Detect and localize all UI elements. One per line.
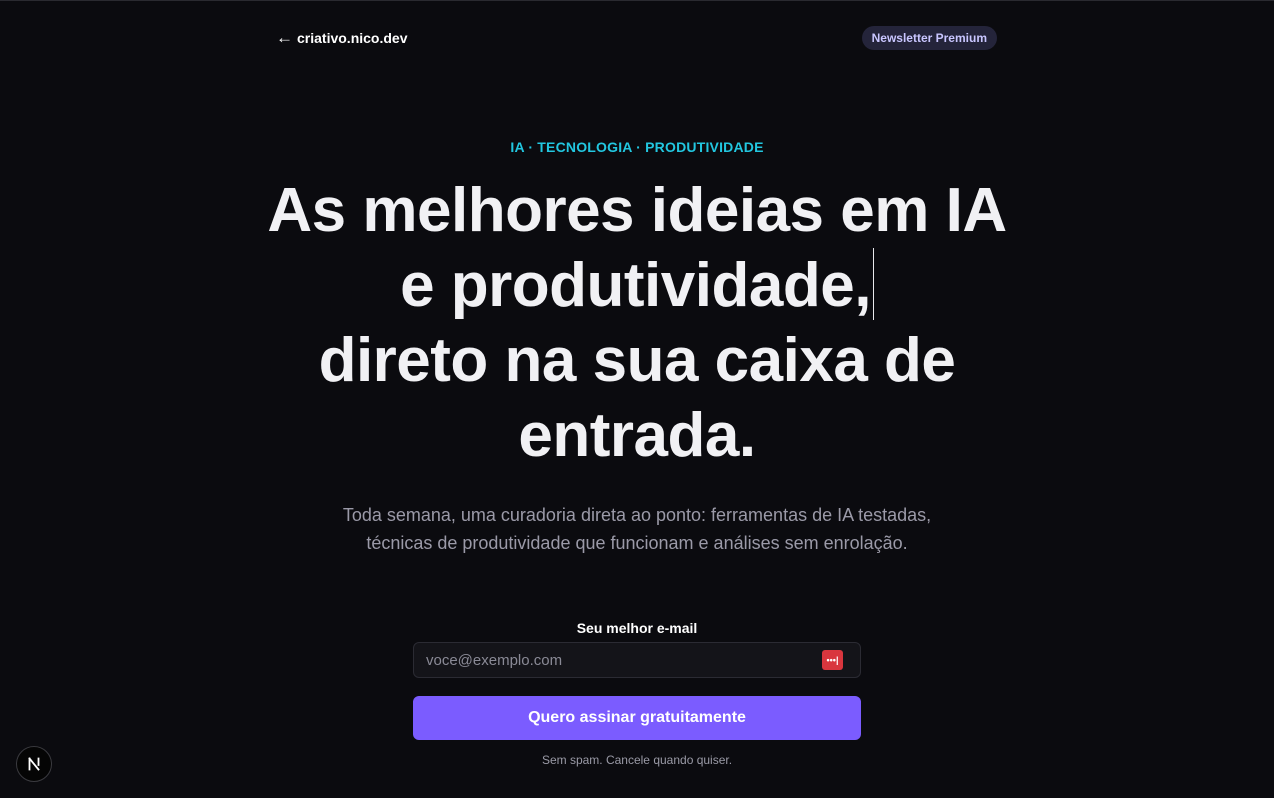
subscribe-button[interactable]: Quero assinar gratuitamente <box>413 696 861 740</box>
headline: As melhores ideias em IA e produtividade… <box>257 173 1017 473</box>
headline-line-4: entrada. <box>518 401 756 470</box>
top-bar: ← criativo.nico.dev Newsletter Premium <box>276 25 997 51</box>
newsletter-premium-badge: Newsletter Premium <box>861 26 997 50</box>
email-input[interactable] <box>414 643 860 677</box>
back-link[interactable]: ← criativo.nico.dev <box>276 27 408 47</box>
site-name: criativo.nico.dev <box>297 30 408 46</box>
headline-line-2: e produtividade, <box>257 248 1017 323</box>
headline-line-1: As melhores ideias em IA <box>267 176 1007 245</box>
text-cursor <box>872 248 874 320</box>
eyebrow-tags: IA · TECNOLOGIA · PRODUTIVIDADE <box>510 139 764 155</box>
nextjs-logo-icon[interactable] <box>16 746 52 782</box>
headline-line-3: direto na sua caixa de <box>318 326 956 395</box>
subtitle: Toda semana, uma curadoria direta ao pon… <box>342 505 932 553</box>
arrow-left-icon: ← <box>276 27 293 47</box>
hero-section: IA · TECNOLOGIA · PRODUTIVIDADE As melho… <box>0 139 1274 557</box>
no-spam-note: Sem spam. Cancele quando quiser. <box>541 753 733 767</box>
email-field-wrapper: •••| <box>413 642 861 678</box>
page: ← criativo.nico.dev Newsletter Premium I… <box>0 0 1274 798</box>
password-manager-icon[interactable]: •••| <box>822 650 843 670</box>
subscribe-form: Seu melhor e-mail •••| Quero assinar gra… <box>413 620 861 767</box>
email-label: Seu melhor e-mail <box>576 620 698 636</box>
